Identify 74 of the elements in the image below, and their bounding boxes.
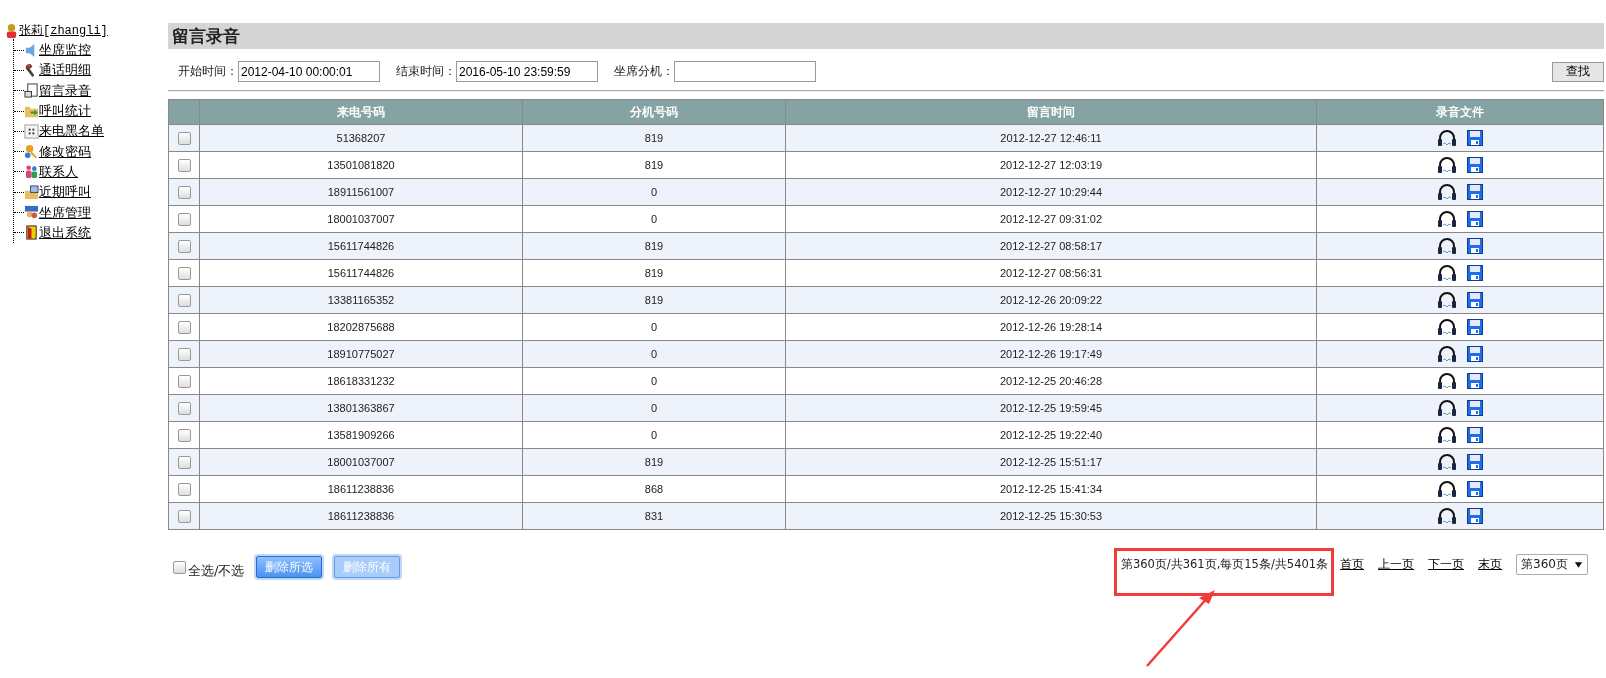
table-cell: 13501081820 <box>199 151 523 179</box>
table-cell: 2012-12-27 12:46:11 <box>785 124 1317 152</box>
table-cell: 13381165352 <box>199 286 523 314</box>
sidebar-link[interactable]: 留言录音 <box>39 81 91 100</box>
table-cell: 2012-12-26 19:17:49 <box>785 340 1317 368</box>
pagination-link[interactable]: 下一页 <box>1428 556 1465 573</box>
input-field[interactable]: 2012-04-10 00:00:01 <box>238 61 380 82</box>
input-field[interactable]: 2016-05-10 23:59:59 <box>456 61 598 82</box>
table-cell: 819 <box>522 448 786 476</box>
page-select[interactable]: 第360页 <box>1516 554 1588 575</box>
table-cell: 18611238836 <box>199 475 523 503</box>
table-cell: 15611744826 <box>199 232 523 260</box>
table-cell: 0 <box>522 205 786 233</box>
table-cell: 18611238836 <box>199 502 523 530</box>
pagination-link[interactable]: 上一页 <box>1378 556 1415 573</box>
table-cell: 18910775027 <box>199 340 523 368</box>
sidebar-link[interactable]: 坐席监控 <box>39 41 91 60</box>
column-header: 录音文件 <box>1316 99 1604 125</box>
table-cell: 2012-12-27 10:29:44 <box>785 178 1317 206</box>
sidebar-link[interactable]: 退出系统 <box>39 223 91 242</box>
table-cell: 18911561007 <box>199 178 523 206</box>
page-summary: 第360页/共361页,每页15条/共5401条 <box>1120 557 1329 572</box>
page-title: 留言录音 <box>168 23 1604 49</box>
select-all-label: 全选/不选 <box>188 562 245 580</box>
table-cell: 0 <box>522 421 786 449</box>
table-cell: 2012-12-25 20:46:28 <box>785 367 1317 395</box>
table-cell: 0 <box>522 313 786 341</box>
column-header: 来电号码 <box>199 99 523 125</box>
table-cell: 0 <box>522 178 786 206</box>
table-cell: 18202875688 <box>199 313 523 341</box>
sidebar-link[interactable]: 坐席管理 <box>39 203 91 222</box>
filter-label: 结束时间： <box>396 63 456 80</box>
table-cell: 2012-12-27 09:31:02 <box>785 205 1317 233</box>
table-cell: 15611744826 <box>199 259 523 287</box>
sidebar-link[interactable]: 修改密码 <box>39 142 91 161</box>
sidebar-link[interactable]: 来电黑名单 <box>39 122 104 141</box>
search-button[interactable]: 查找 <box>1552 61 1604 82</box>
table-cell: 868 <box>522 475 786 503</box>
table-cell: 18001037007 <box>199 205 523 233</box>
table-cell: 2012-12-27 08:58:17 <box>785 232 1317 260</box>
table-cell: 2012-12-25 15:51:17 <box>785 448 1317 476</box>
table-cell: 819 <box>522 286 786 314</box>
sidebar-link[interactable]: 呼叫统计 <box>39 102 91 121</box>
sidebar-link[interactable]: 通话明细 <box>39 61 91 80</box>
sidebar-link[interactable]: 联系人 <box>39 162 78 181</box>
table-cell: 0 <box>522 340 786 368</box>
table-cell: 2012-12-26 19:28:14 <box>785 313 1317 341</box>
sidebar-link[interactable]: 近期呼叫 <box>39 183 91 202</box>
table-cell: 0 <box>522 367 786 395</box>
table-cell: 2012-12-25 19:22:40 <box>785 421 1317 449</box>
table-cell: 2012-12-27 08:56:31 <box>785 259 1317 287</box>
column-header: 分机号码 <box>522 99 786 125</box>
table-cell: 2012-12-26 20:09:22 <box>785 286 1317 314</box>
table-cell: 819 <box>522 124 786 152</box>
table-cell: 2012-12-27 12:03:19 <box>785 151 1317 179</box>
table-cell: 819 <box>522 259 786 287</box>
table-cell: 819 <box>522 151 786 179</box>
filter-label: 开始时间： <box>178 63 238 80</box>
table-cell: 819 <box>522 232 786 260</box>
table-cell: 13581909266 <box>199 421 523 449</box>
table-cell: 13801363867 <box>199 394 523 422</box>
table-cell: 18001037007 <box>199 448 523 476</box>
table-cell: 18618331232 <box>199 367 523 395</box>
filter-label: 坐席分机： <box>614 63 674 80</box>
table-cell: 2012-12-25 15:30:53 <box>785 502 1317 530</box>
column-header: 留言时间 <box>785 99 1317 125</box>
table-cell: 831 <box>522 502 786 530</box>
pagination-link[interactable]: 首页 <box>1340 556 1365 573</box>
user-link[interactable]: 张莉[zhangli] <box>19 22 108 39</box>
table-cell: 2012-12-25 19:59:45 <box>785 394 1317 422</box>
pagination-link[interactable]: 末页 <box>1478 556 1503 573</box>
table-cell: 0 <box>522 394 786 422</box>
table-cell: 2012-12-25 15:41:34 <box>785 475 1317 503</box>
table-cell: 51368207 <box>199 124 523 152</box>
